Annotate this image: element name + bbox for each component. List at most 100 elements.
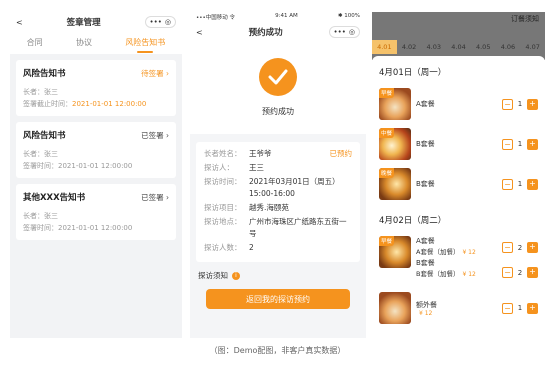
plus-button[interactable]: + <box>527 267 538 278</box>
card-elder: 长者：张三 <box>23 88 58 96</box>
notice-card[interactable]: 风险告知书 待签署 › 长者：张三 签署截止时间：2021-01-01 12:0… <box>16 60 176 116</box>
card-elder: 长者：张三 <box>23 150 58 158</box>
date-item[interactable]: 4.04 <box>446 40 471 54</box>
tab-contract[interactable]: 合同 <box>27 32 43 54</box>
close-icon[interactable]: ◎ <box>349 28 355 36</box>
meal-type-badge: 早餐 <box>379 236 395 246</box>
day-title: 4月01日（周一） <box>379 68 447 78</box>
meal-type-badge: 中餐 <box>379 128 395 138</box>
sign-management-screen: < 签章管理 ••• ◎ 合同 协议 风险告知书 风险告知书 待签署 › 长者：… <box>10 12 182 338</box>
image-caption: （图：Demo配图，非客户真实数据） <box>209 346 346 355</box>
notice-card[interactable]: 风险告知书 已签署 › 长者：张三 签署时间：2021-01-01 12:00:… <box>16 122 176 178</box>
booking-info-card: 长者姓名： 王爷爷 已预约 探访人： 王三 探访时间： 2021年03月01日（… <box>196 142 360 262</box>
meal-row: 早餐 A套餐 − 1 + <box>379 84 538 124</box>
meal-row: 额外餐 ¥ 12 − 1 + <box>379 288 538 328</box>
info-icon[interactable]: i <box>232 271 240 280</box>
meal-type-badge: 晚餐 <box>379 168 395 178</box>
visit-notice-link[interactable]: 探访须知 i <box>190 262 366 281</box>
back-to-bookings-button[interactable]: 返回我的探访预约 <box>206 289 350 309</box>
status-time: 9:41 AM <box>275 13 298 19</box>
close-icon[interactable]: ◎ <box>165 18 171 26</box>
visit-time-value: 2021年03月01日（周五）15:00-16:00 <box>249 177 340 198</box>
status-badge: 已预约 <box>329 149 353 158</box>
visit-notice-label: 探访须知 <box>198 271 228 280</box>
plus-button[interactable]: + <box>527 302 538 314</box>
success-text: 预约成功 <box>262 107 294 116</box>
card-title: 风险告知书 <box>23 131 66 141</box>
meal-type-badge: 早餐 <box>379 88 395 98</box>
meal-order-screen: 订餐须知 4.01 4.02 4.03 4.04 4.05 4.06 4.07 … <box>372 12 545 338</box>
date-item[interactable]: 4.03 <box>421 40 446 54</box>
minus-button[interactable]: − <box>502 178 513 190</box>
quantity-stepper: − 2 + <box>502 267 538 278</box>
minus-button[interactable]: − <box>502 267 513 278</box>
meal-row: 早餐 A套餐 A套餐（加餐） ¥ 12 B套餐 B套餐（加餐） ¥ 12 − 2 +… <box>379 232 538 288</box>
card-time-label: 签署截止时间： <box>23 100 72 108</box>
quantity-value: 1 <box>517 140 523 148</box>
tab-agreement[interactable]: 协议 <box>76 32 92 54</box>
tab-risk-notice[interactable]: 风险告知书 <box>125 32 165 54</box>
chevron-right-icon: › <box>166 130 169 140</box>
visitor-count-value: 2 <box>249 243 254 252</box>
back-icon[interactable]: < <box>196 28 203 37</box>
carrier-signal: •••中国移动 令 <box>196 15 235 21</box>
minus-button[interactable]: − <box>502 242 513 253</box>
meal-name: A套餐 <box>416 100 435 108</box>
date-header: 订餐须知 4.01 4.02 4.03 4.04 4.05 4.06 4.07 <box>372 12 545 60</box>
visit-project-value: 越秀.海颐苑 <box>249 203 289 212</box>
date-item[interactable]: 4.07 <box>520 40 545 54</box>
quantity-value: 1 <box>517 180 523 188</box>
day-title: 4月02日（周二） <box>379 216 447 226</box>
order-notice-link[interactable]: 订餐须知 <box>511 14 539 24</box>
meal-photo: 中餐 <box>379 128 411 160</box>
meal-price: ¥ 12 <box>419 309 433 317</box>
quantity-stepper: − 1 + <box>502 98 538 110</box>
visitor-label: 探访人： <box>204 163 234 172</box>
meal-name: B套餐 <box>416 180 435 188</box>
card-status: 已签署 <box>141 130 164 140</box>
plus-button[interactable]: + <box>527 178 538 190</box>
meal-price: ¥ 12 <box>462 271 476 278</box>
plus-button[interactable]: + <box>527 138 538 150</box>
visit-location-value: 广州市海珠区广纸路东五街一号 <box>249 217 347 238</box>
back-icon[interactable]: < <box>16 18 23 27</box>
date-item[interactable]: 4.06 <box>496 40 521 54</box>
date-item[interactable]: 4.05 <box>471 40 496 54</box>
quantity-value: 1 <box>517 100 523 108</box>
meal-name: B套餐 <box>416 259 435 267</box>
meal-name: A套餐 <box>416 237 435 245</box>
minus-button[interactable]: − <box>502 138 513 150</box>
quantity-stepper: − 1 + <box>502 138 538 150</box>
tab-bar: 合同 协议 风险告知书 <box>10 32 182 54</box>
meal-photo: 早餐 <box>379 88 411 120</box>
meal-row: 晚餐 B套餐 − 1 + <box>379 164 538 204</box>
date-item[interactable]: 4.02 <box>397 40 422 54</box>
status-bar: •••中国移动 令 9:41 AM ✱ 100% <box>190 12 366 22</box>
visit-location-label: 探访地点： <box>204 217 242 226</box>
meal-photo <box>379 292 411 324</box>
minus-button[interactable]: − <box>502 302 513 314</box>
card-elder: 长者：张三 <box>23 212 58 220</box>
page-title: 预约成功 <box>248 28 283 38</box>
meal-name: 额外餐 <box>416 300 437 309</box>
chevron-right-icon: › <box>166 192 169 202</box>
visitor-count-label: 探访人数： <box>204 243 242 252</box>
miniapp-capsule[interactable]: ••• ◎ <box>144 16 176 28</box>
date-strip: 4.01 4.02 4.03 4.04 4.05 4.06 4.07 <box>372 40 545 54</box>
meal-addon: A套餐（加餐） <box>416 248 460 256</box>
card-time-value: 2021-01-01 12:00:00 <box>58 162 133 170</box>
more-icon[interactable]: ••• <box>334 28 346 36</box>
meal-photo: 早餐 <box>379 236 411 268</box>
plus-button[interactable]: + <box>527 242 538 253</box>
plus-button[interactable]: + <box>527 98 538 110</box>
date-item[interactable]: 4.01 <box>372 40 397 54</box>
chevron-right-icon: › <box>166 68 169 78</box>
miniapp-capsule[interactable]: ••• ◎ <box>328 26 360 38</box>
quantity-value: 1 <box>517 304 523 312</box>
nav-bar: < 签章管理 ••• ◎ <box>10 12 182 32</box>
notice-card[interactable]: 其他XXX告知书 已签署 › 长者：张三 签署时间：2021-01-01 12:… <box>16 184 176 240</box>
quantity-stepper: − 1 + <box>502 178 538 190</box>
minus-button[interactable]: − <box>502 98 513 110</box>
card-time-label: 签署时间： <box>23 162 58 170</box>
more-icon[interactable]: ••• <box>150 18 162 26</box>
